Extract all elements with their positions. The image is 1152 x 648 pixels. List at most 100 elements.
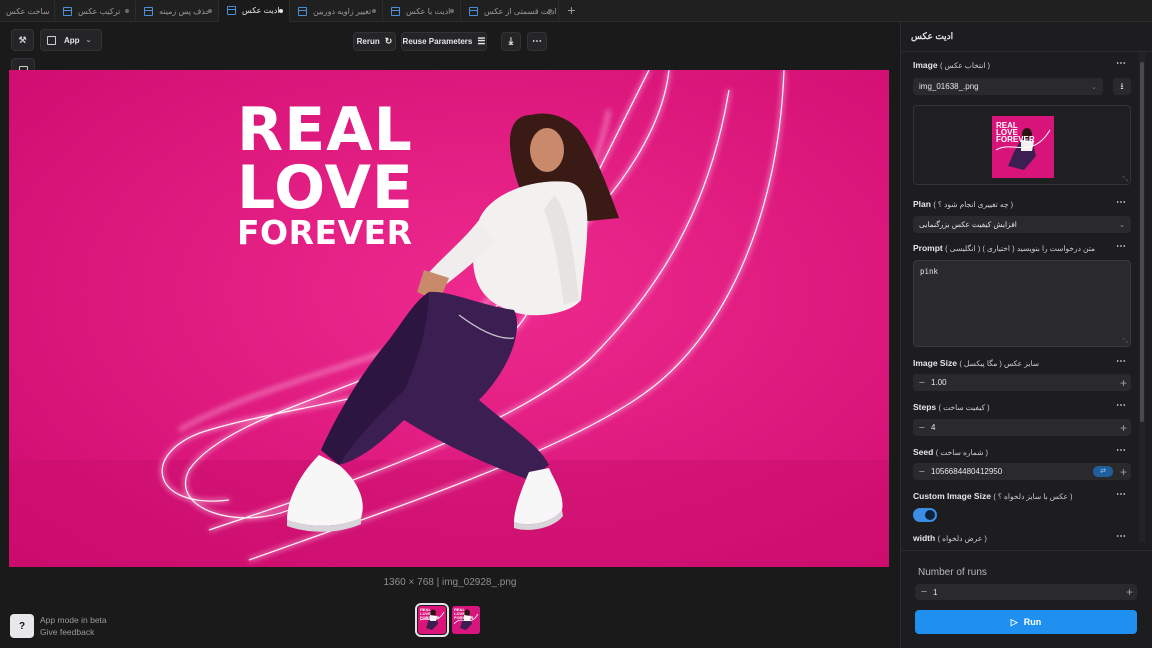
workflow-icon — [391, 6, 400, 16]
plan-value: افزایش کیفیت عکس بزرگنمایی — [919, 220, 1017, 229]
headline-line: FOREVER — [237, 213, 413, 252]
chevron-down-icon: ⌄ — [1119, 221, 1125, 229]
parameters-panel: ادیت عکس Image ( انتخاب عکس ) ⋯ img_0163… — [900, 22, 1152, 648]
unsaved-dot — [372, 9, 376, 13]
output-thumbnails: REAL LOVE FOREVER REAL LOVE FOREVER — [415, 603, 480, 637]
image-caption: 1360 × 768 | img_02928_.png — [383, 577, 517, 588]
runs-stepper[interactable]: − 1 + — [915, 584, 1137, 600]
run-label: Run — [1023, 617, 1042, 627]
prompt-textarea[interactable]: pink ⤡ — [913, 260, 1131, 347]
steps-value: 4 — [931, 423, 936, 432]
tab-remove-background[interactable]: حذف پس زمینه — [136, 0, 219, 22]
decrement-icon[interactable]: − — [915, 586, 933, 598]
seed-more-icon[interactable]: ⋯ — [1116, 445, 1127, 456]
image-more-icon[interactable]: ⋯ — [1116, 58, 1127, 69]
new-tab-plus-icon[interactable]: + — [564, 3, 579, 18]
thumbnail-text: REAL LOVE FOREVER — [454, 607, 474, 620]
tab-label: ترکیب عکس — [78, 6, 121, 16]
app-mode-dropdown[interactable]: App ⌄ — [40, 29, 102, 51]
steps-field-label: Steps ( کیفیت ساخت ) — [913, 402, 990, 412]
width-field-label: width ( عرض دلخواه ) — [913, 533, 987, 543]
prompt-value: pink — [920, 267, 939, 276]
unsaved-dot — [548, 9, 552, 13]
thumbnail-1[interactable]: REAL LOVE FOREVER — [415, 603, 449, 637]
app-label: App — [64, 35, 80, 45]
width-more-icon[interactable]: ⋯ — [1116, 531, 1127, 542]
tab-edit-image[interactable]: ادیت عکس — [219, 0, 290, 22]
custom-size-toggle[interactable] — [913, 508, 937, 522]
download-icon: ⤓ — [508, 36, 514, 47]
decrement-icon[interactable]: − — [913, 466, 931, 478]
headline-line: LOVE — [237, 153, 414, 223]
run-button[interactable]: ▷ Run — [915, 610, 1137, 634]
randomize-seed-icon[interactable]: ⇄ — [1093, 466, 1113, 477]
give-feedback-link[interactable]: Give feedback — [40, 626, 107, 638]
unsaved-dot — [279, 9, 283, 13]
feedback-icon[interactable]: ? — [10, 614, 34, 638]
toggle-knob — [925, 510, 935, 520]
image-label: Image — [913, 60, 938, 70]
plan-label: Plan — [913, 199, 931, 209]
resize-grip-icon: ⤡ — [1122, 337, 1128, 345]
rerun-button[interactable]: Rerun ↻ — [353, 32, 396, 51]
ellipsis-icon: ⋯ — [532, 36, 542, 47]
tab-label: ادیت قسمتی از عکس — [484, 6, 557, 16]
image-preview-box[interactable]: REAL LOVE FOREVER ⤡ — [913, 105, 1131, 185]
custom-size-label: Custom Image Size — [913, 491, 991, 501]
increment-icon[interactable]: + — [1120, 421, 1127, 435]
download-button[interactable]: ⤓ — [501, 32, 521, 51]
decrement-icon[interactable]: − — [913, 377, 931, 389]
steps-stepper[interactable]: − 4 + — [913, 419, 1131, 436]
image-sublabel: ( انتخاب عکس ) — [939, 61, 991, 70]
layout-icon — [47, 35, 56, 45]
thumbnail-2[interactable]: REAL LOVE FOREVER — [452, 606, 480, 634]
tab-bar: ساخت عکس ترکیب عکس حذف پس زمینه ادیت عکس… — [0, 0, 1152, 22]
prompt-more-icon[interactable]: ⋯ — [1116, 241, 1127, 252]
reuse-parameters-button[interactable]: Reuse Parameters ☰ — [401, 32, 487, 51]
decrement-icon[interactable]: − — [913, 422, 931, 434]
tab-edit-with-image[interactable]: ادیت با عکس — [383, 0, 461, 22]
custom-size-field-label: Custom Image Size ( عکس با سایز دلخواه ؟… — [913, 491, 1073, 501]
image-file-select[interactable]: img_01638_.png ⌄ — [913, 78, 1103, 95]
reuse-label: Reuse Parameters — [402, 37, 473, 46]
rerun-label: Rerun — [356, 37, 380, 46]
prompt-sublabel: ( انگلیسی ) ( اختیاری ) متن درخواست را ب… — [945, 244, 1096, 253]
tab-label: ساخت عکس — [6, 6, 50, 16]
beta-notice: ? App mode in beta Give feedback — [10, 614, 107, 638]
runs-label: Number of runs — [918, 567, 987, 578]
chevron-down-icon: ⌄ — [85, 37, 92, 44]
custom-size-more-icon[interactable]: ⋯ — [1116, 489, 1127, 500]
tab-create-image[interactable]: ساخت عکس — [0, 0, 55, 22]
scrollbar-thumb[interactable] — [1140, 62, 1144, 422]
steps-sublabel: ( کیفیت ساخت ) — [938, 403, 990, 412]
resize-grip-icon: ⤡ — [1122, 176, 1128, 183]
seed-stepper[interactable]: − 1056684480412950 ⇄ + — [913, 463, 1131, 480]
size-sublabel: سایز عکس ( مگا پیکسل ) — [959, 359, 1040, 368]
tab-partial-edit[interactable]: ادیت قسمتی از عکس — [461, 0, 559, 22]
tab-camera-angle[interactable]: تغییر زاویه دوربین — [290, 0, 383, 22]
increment-icon[interactable]: + — [1126, 585, 1133, 599]
workflow-icon — [144, 6, 153, 16]
workflow-icon — [227, 6, 236, 15]
plan-field-label: Plan ( چه تغییری انجام شود ؟ ) — [913, 199, 1013, 209]
refresh-icon: ↻ — [384, 36, 393, 46]
upload-file-button[interactable]: ⭳ — [1113, 78, 1131, 95]
unsaved-dot — [450, 9, 454, 13]
steps-more-icon[interactable]: ⋯ — [1116, 400, 1127, 411]
beta-label: App mode in beta — [40, 615, 107, 625]
panel-scrollbar[interactable] — [1139, 52, 1145, 542]
size-label: Image Size — [913, 358, 957, 368]
more-options-button[interactable]: ⋯ — [527, 32, 547, 51]
thumbnail-text: REAL LOVE FOREVER — [420, 607, 440, 620]
chevron-down-icon: ⌄ — [1091, 83, 1097, 91]
plan-more-icon[interactable]: ⋯ — [1116, 197, 1127, 208]
increment-icon[interactable]: + — [1120, 465, 1127, 479]
increment-icon[interactable]: + — [1120, 376, 1127, 390]
tools-button[interactable]: ⚒ — [11, 29, 34, 51]
plan-select[interactable]: افزایش کیفیت عکس بزرگنمایی ⌄ — [913, 216, 1131, 233]
size-more-icon[interactable]: ⋯ — [1116, 356, 1127, 367]
tab-combine-image[interactable]: ترکیب عکس — [55, 0, 136, 22]
size-field-label: Image Size سایز عکس ( مگا پیکسل ) — [913, 358, 1039, 368]
tab-label: ادیت با عکس — [406, 6, 451, 16]
image-size-stepper[interactable]: − 1.00 + — [913, 374, 1131, 391]
